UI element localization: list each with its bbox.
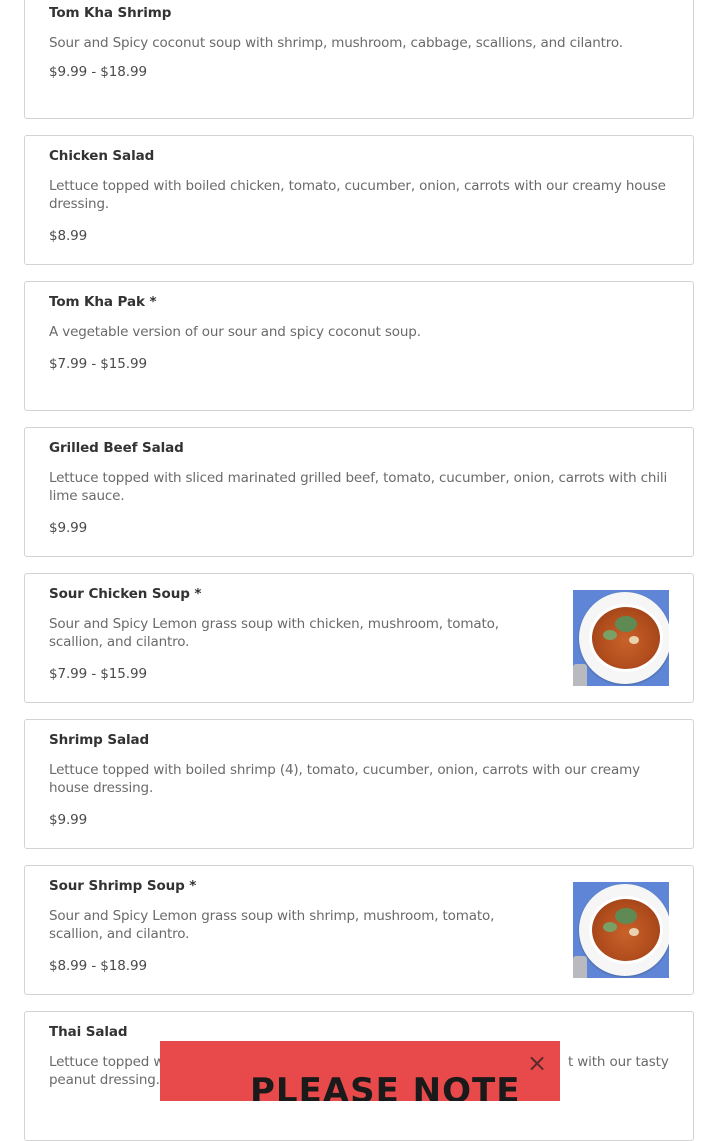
menu-item-name: Chicken Salad [49,148,155,164]
menu-item-price: $9.99 [49,520,88,536]
herb-shape [615,908,637,924]
menu-item-price: $9.99 [49,812,88,828]
mushroom-shape [629,636,639,644]
menu-item-card[interactable]: Sour Shrimp Soup * Sour and Spicy Lemon … [24,865,694,995]
herb-shape [603,922,617,932]
menu-item-price: $7.99 - $15.99 [49,666,147,682]
menu-item-name: Grilled Beef Salad [49,440,184,456]
menu-item-card[interactable]: Grilled Beef Salad Lettuce topped with s… [24,427,694,557]
menu-item-description: Sour and Spicy Lemon grass soup with chi… [49,616,499,650]
menu-item-card[interactable]: Tom Kha Shrimp Sour and Spicy coconut so… [24,0,694,119]
menu-item-card[interactable]: Tom Kha Pak * A vegetable version of our… [24,281,694,411]
menu-item-price: $7.99 - $15.99 [49,356,147,372]
menu-item-price: $9.99 - $18.99 [49,64,147,80]
menu-item-name: Tom Kha Shrimp [49,5,172,21]
soup-photo[interactable] [573,882,669,978]
menu-item-price: $8.99 - $18.99 [49,958,147,974]
menu-item-name: Thai Salad [49,1024,128,1040]
menu-item-description: Lettuce topped with sliced marinated gri… [49,470,668,504]
soup-bowl-shape [589,896,663,964]
popup-title: PLEASE NOTE [250,1071,521,1101]
soup-photo[interactable] [573,590,669,686]
menu-item-card[interactable]: Shrimp Salad Lettuce topped with boiled … [24,719,694,849]
menu-item-name: Sour Chicken Soup * [49,586,202,602]
menu-item-description: Sour and Spicy coconut soup with shrimp,… [49,35,623,51]
menu-item-price: $8.99 [49,228,88,244]
close-icon[interactable]: × [527,1051,547,1075]
menu-item-name: Sour Shrimp Soup * [49,878,197,894]
menu-item-description-end: t with our tasty [568,1054,669,1070]
menu-item-description: A vegetable version of our sour and spic… [49,324,421,340]
menu-item-description: Sour and Spicy Lemon grass soup with shr… [49,908,495,942]
menu-item-card[interactable]: Chicken Salad Lettuce topped with boiled… [24,135,694,265]
spoon-shape [573,664,587,686]
menu-item-description: Lettuce topped with boiled shrimp (4), t… [49,762,640,796]
menu-item-card[interactable]: Sour Chicken Soup * Sour and Spicy Lemon… [24,573,694,703]
herb-shape [603,630,617,640]
spoon-shape [573,956,587,978]
herb-shape [615,616,637,632]
mushroom-shape [629,928,639,936]
menu-item-description: Lettuce topped with boiled chicken, toma… [49,178,666,212]
menu-item-name: Tom Kha Pak * [49,294,157,310]
please-note-popup: PLEASE NOTE × [160,1041,560,1101]
menu-item-name: Shrimp Salad [49,732,150,748]
soup-bowl-shape [589,604,663,672]
